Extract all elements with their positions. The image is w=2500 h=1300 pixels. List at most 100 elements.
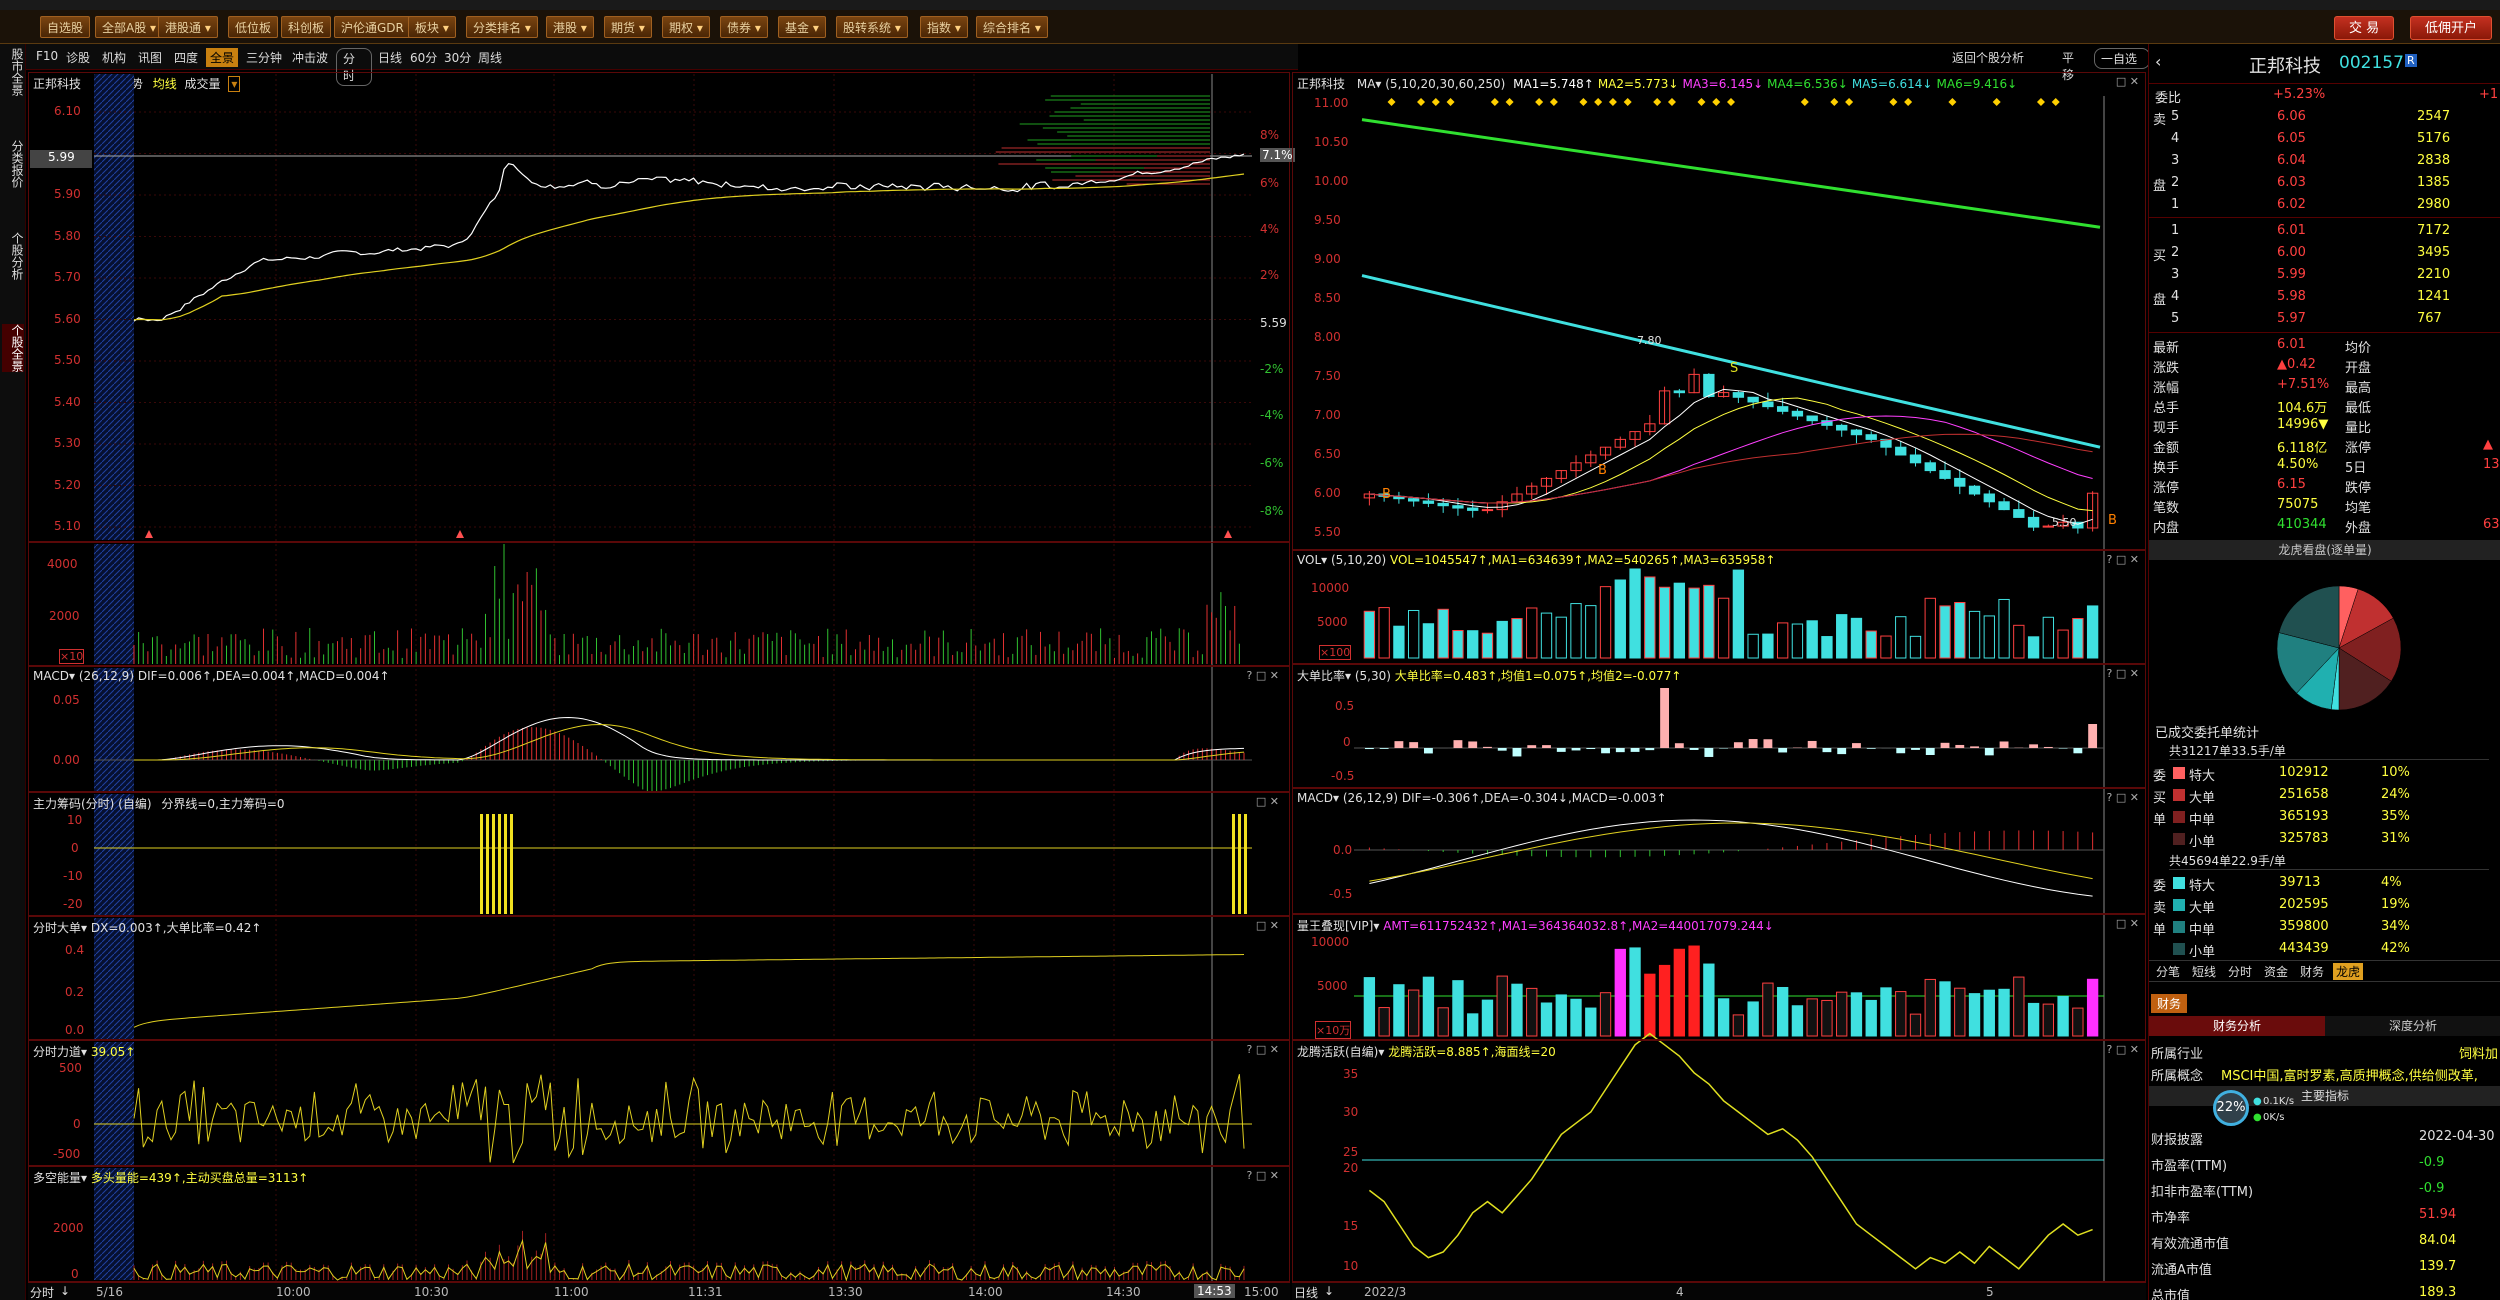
fin-value: -0.9	[2419, 1155, 2445, 1170]
iforce-title[interactable]: 分时力道	[33, 1045, 81, 1059]
imacd-panel-controls-icon[interactable]: ? □ ✕	[1247, 669, 1279, 682]
dmacd-params: (26,12,9)	[1342, 791, 1398, 805]
ddate-2: 5	[1986, 1285, 1994, 1299]
dbig-title[interactable]: 大单比率	[1297, 669, 1345, 683]
quote-header: ‹ 正邦科技 002157 R	[2149, 44, 2500, 84]
order-pct: 35%	[2381, 809, 2410, 824]
fin-tab[interactable]: 财务	[2151, 994, 2188, 1013]
order-name: 大单	[2189, 791, 2216, 806]
order-name: 大单	[2189, 901, 2216, 916]
fin-row: 市净率 51.94	[2149, 1204, 2500, 1226]
order-row: 小单 325783 31%	[2149, 828, 2500, 850]
damt-panel-controls-icon[interactable]: □ ✕	[2116, 917, 2139, 930]
daily-price-tick: 8.00	[1314, 330, 1341, 344]
dvol-title[interactable]: VOL	[1297, 553, 1321, 567]
ibig-panel-controls-icon[interactable]: □ ✕	[1256, 919, 1279, 932]
dvol-panel-controls-icon[interactable]: ? □ ✕	[2107, 553, 2139, 566]
ask-price[interactable]: 6.06	[2277, 109, 2306, 124]
damt-title[interactable]: 量王叠现[VIP]	[1297, 919, 1373, 933]
damt-values: AMT=611752432↑,MA1=364364032.8↑,MA2=4400…	[1383, 919, 1774, 933]
ask-volume: 2980	[2417, 197, 2451, 212]
daily-bottom-tab[interactable]: 日线	[1294, 1284, 1318, 1300]
bid-price[interactable]: 6.01	[2277, 223, 2306, 238]
order-side: 买	[2153, 791, 2167, 806]
fin-value: 189.3	[2419, 1285, 2457, 1300]
bid-row: 盘 4 5.98 1241	[2149, 286, 2500, 308]
dbig-tick-2: -0.5	[1331, 769, 1355, 783]
dvol-tick-1: 5000	[1317, 615, 1348, 629]
ask-price[interactable]: 6.03	[2277, 175, 2306, 190]
imacd-title[interactable]: MACD	[33, 669, 69, 683]
ibig-title[interactable]: 分时大单	[33, 921, 81, 935]
dmacd-panel-controls-icon[interactable]: ? □ ✕	[2107, 791, 2139, 804]
fin-row: 财报披露 2022-04-30	[2149, 1126, 2500, 1148]
ask-price[interactable]: 6.04	[2277, 153, 2306, 168]
intraday-bottom-tab-arrow-icon[interactable]: ↓	[60, 1284, 70, 1298]
dbig-panel-controls-icon[interactable]: ? □ ✕	[2107, 667, 2139, 680]
current-price-marker: 5.99	[30, 150, 92, 168]
fin-row: 市盈率(TTM) -0.9	[2149, 1152, 2500, 1174]
bid-price[interactable]: 6.00	[2277, 245, 2306, 260]
order-color-swatch	[2173, 789, 2185, 801]
daily-ma-values: MA1=5.748↑ MA2=5.773↓ MA3=6.145↓ MA4=6.536↓…	[1509, 77, 2017, 91]
daily-dragon-panel: 龙腾活跃(自编)▾ 龙腾活跃=8.885↑,海面线=20 35 30 25 20…	[1292, 1040, 2146, 1282]
pie-title: 龙虎看盘(逐单量)	[2149, 540, 2500, 560]
quote-tab[interactable]: 龙虎	[2333, 963, 2364, 980]
quote-tab[interactable]: 财务	[2297, 963, 2327, 980]
stat-row: 笔数 75075 均笔	[2149, 494, 2500, 516]
quote-tab[interactable]: 资金	[2261, 963, 2291, 980]
iforce-tick-2: -500	[53, 1147, 81, 1161]
daily-price-tick: 8.50	[1314, 291, 1341, 305]
intraday-price-tick: 5.40	[54, 394, 81, 409]
ichip-values: 分界线=0,主力筹码=0	[161, 797, 285, 811]
ask-price[interactable]: 6.05	[2277, 131, 2306, 146]
bid-price[interactable]: 5.98	[2277, 289, 2306, 304]
stat-row: 内盘 410344 外盘 63	[2149, 514, 2500, 536]
daily-panel-controls-icon[interactable]: □ ✕	[2116, 75, 2139, 88]
fin-value: 2022-04-30	[2419, 1129, 2495, 1144]
ichip-panel-controls-icon[interactable]: □ ✕	[1256, 795, 1279, 808]
daily-price-tick: 10.00	[1314, 174, 1349, 188]
itime-1: 10:00	[276, 1285, 311, 1299]
imacd-tick-1: 0.00	[53, 753, 80, 767]
quote-tab[interactable]: 分时	[2225, 963, 2255, 980]
imulti-title[interactable]: 多空能量	[33, 1171, 81, 1185]
quote-tabs: 分笔 短线 分时 资金 财务 龙虎	[2149, 960, 2500, 982]
intraday-bottom-tab[interactable]: 分时	[30, 1284, 54, 1300]
intraday-price-tick: 5.60	[54, 311, 81, 326]
dmacd-title[interactable]: MACD	[1297, 791, 1333, 805]
quote-tab[interactable]: 分笔	[2153, 963, 2183, 980]
stat-label: 内盘	[2153, 521, 2180, 536]
bid-price[interactable]: 5.99	[2277, 267, 2306, 282]
bid-row: 5 5.97 767	[2149, 308, 2500, 330]
iforce-panel-controls-icon[interactable]: ? □ ✕	[1247, 1043, 1279, 1056]
ask-price[interactable]: 6.02	[2277, 197, 2306, 212]
weicha-value: +1	[2479, 87, 2499, 102]
intraday-price-tick: 5.30	[54, 436, 81, 450]
gauge-up-arrow-icon: ●	[2253, 1096, 2262, 1107]
stat-row: 换手4.50%5日13.	[2149, 454, 2500, 476]
dmacd-tick-1: -0.5	[1329, 887, 1353, 901]
intraday-pct-tick: -4%	[1260, 408, 1284, 422]
order-volume: 202595	[2279, 897, 2329, 912]
itime-4: 11:31	[688, 1285, 723, 1299]
back-chevron-icon[interactable]: ‹	[2155, 52, 2161, 71]
ddragon-title[interactable]: 龙腾活跃(自编)	[1297, 1045, 1378, 1059]
order-name: 小单	[2189, 945, 2216, 960]
quote-tab[interactable]: 短线	[2189, 963, 2219, 980]
daily-bottom-tab-arrow-icon[interactable]: ↓	[1324, 1284, 1334, 1298]
ichip-tick-3: -20	[63, 897, 83, 911]
concept-label: 所属概念	[2151, 1069, 2204, 1084]
imulti-tick-1: 0	[71, 1267, 79, 1281]
intraday-price-tick: 5.10	[54, 519, 81, 533]
fin-subtab-analysis[interactable]: 财务分析	[2149, 1016, 2325, 1036]
fin-subtab-deep[interactable]: 深度分析	[2325, 1016, 2500, 1036]
daily-ma-label[interactable]: MA	[1357, 77, 1376, 91]
stat-value-2: 13.	[2483, 457, 2500, 472]
imulti-panel-controls-icon[interactable]: ? □ ✕	[1247, 1169, 1279, 1182]
ddragon-panel-controls-icon[interactable]: ? □ ✕	[2107, 1043, 2139, 1056]
daily-price-tick: 9.00	[1314, 252, 1341, 266]
intraday-multi-panel: 多空能量▾ 多头量能=439↑,主动买盘总量=3113↑ 2000 0 ? □ …	[28, 1166, 1290, 1282]
bid-price[interactable]: 5.97	[2277, 311, 2306, 326]
order-volume: 365193	[2279, 809, 2329, 824]
